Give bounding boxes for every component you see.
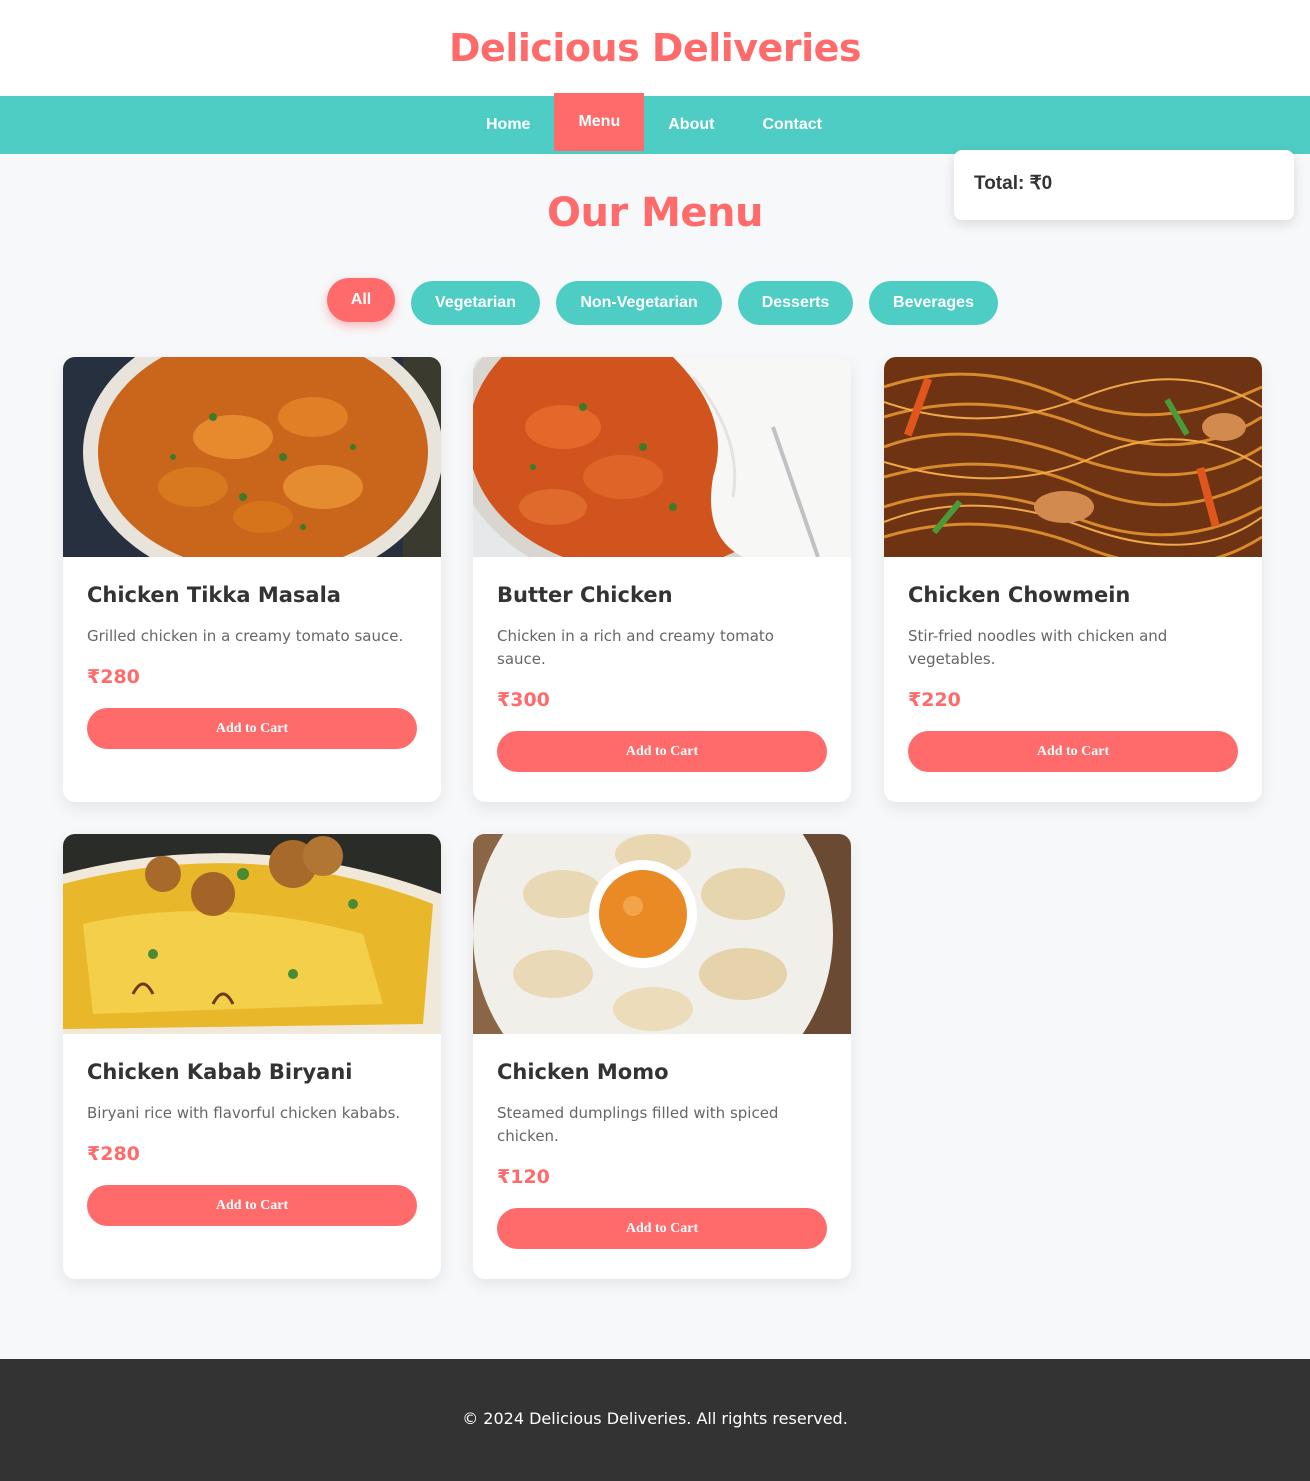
site-footer: © 2024 Delicious Deliveries. All rights … (0, 1359, 1310, 1481)
site-title: Delicious Deliveries (449, 26, 862, 70)
menu-card: Chicken Momo Steamed dumplings filled wi… (473, 834, 851, 1279)
nav-item-menu[interactable]: Menu (554, 93, 645, 151)
add-to-cart-button[interactable]: Add to Cart (497, 731, 827, 772)
copyright-text: © 2024 Delicious Deliveries. All rights … (462, 1409, 848, 1428)
item-description: Grilled chicken in a creamy tomato sauce… (87, 627, 404, 645)
filter-non-vegetarian-button[interactable]: Non-Vegetarian (556, 281, 722, 325)
filter-beverages-button[interactable]: Beverages (869, 281, 998, 325)
item-description: Stir-fried noodles with chicken and vege… (908, 627, 1168, 668)
item-price: ₹300 (497, 689, 550, 711)
item-description: Steamed dumplings filled with spiced chi… (497, 1104, 779, 1145)
item-name: Chicken Kabab Biryani (87, 1060, 353, 1084)
nav-item-about[interactable]: About (644, 96, 738, 154)
nav-item-home[interactable]: Home (462, 96, 554, 154)
menu-card: Chicken Kabab Biryani Biryani rice with … (63, 834, 441, 1279)
item-name: Chicken Tikka Masala (87, 583, 341, 607)
item-name: Chicken Chowmein (908, 583, 1131, 607)
item-description: Chicken in a rich and creamy tomato sauc… (497, 627, 774, 668)
add-to-cart-button[interactable]: Add to Cart (908, 731, 1238, 772)
site-header: Delicious Deliveries (0, 0, 1310, 96)
nav-list: Home Menu About Contact (462, 93, 846, 154)
nav-item-contact[interactable]: Contact (738, 96, 846, 154)
chicken-momo-image (473, 834, 851, 1034)
item-price: ₹220 (908, 689, 961, 711)
filter-vegetarian-button[interactable]: Vegetarian (411, 281, 540, 325)
category-filters: All Vegetarian Non-Vegetarian Desserts B… (0, 278, 1310, 328)
menu-title: Our Menu (546, 190, 764, 236)
chicken-tikka-masala-image (63, 357, 441, 557)
add-to-cart-button[interactable]: Add to Cart (87, 1185, 417, 1226)
menu-card: Chicken Tikka Masala Grilled chicken in … (63, 357, 441, 802)
butter-chicken-image (473, 357, 851, 557)
chicken-chowmein-image (884, 357, 1262, 557)
chicken-kabab-biryani-image (63, 834, 441, 1034)
item-name: Butter Chicken (497, 583, 673, 607)
filter-all-button[interactable]: All (327, 278, 395, 322)
item-description: Biryani rice with flavorful chicken kaba… (87, 1104, 401, 1122)
item-price: ₹120 (497, 1166, 550, 1188)
add-to-cart-button[interactable]: Add to Cart (497, 1208, 827, 1249)
add-to-cart-button[interactable]: Add to Cart (87, 708, 417, 749)
menu-card: Chicken Chowmein Stir-fried noodles with… (884, 357, 1262, 802)
filter-desserts-button[interactable]: Desserts (738, 281, 853, 325)
item-price: ₹280 (87, 1143, 140, 1165)
menu-card: Butter Chicken Chicken in a rich and cre… (473, 357, 851, 802)
item-name: Chicken Momo (497, 1060, 669, 1084)
item-price: ₹280 (87, 666, 140, 688)
main-navbar: Home Menu About Contact (0, 93, 1310, 154)
